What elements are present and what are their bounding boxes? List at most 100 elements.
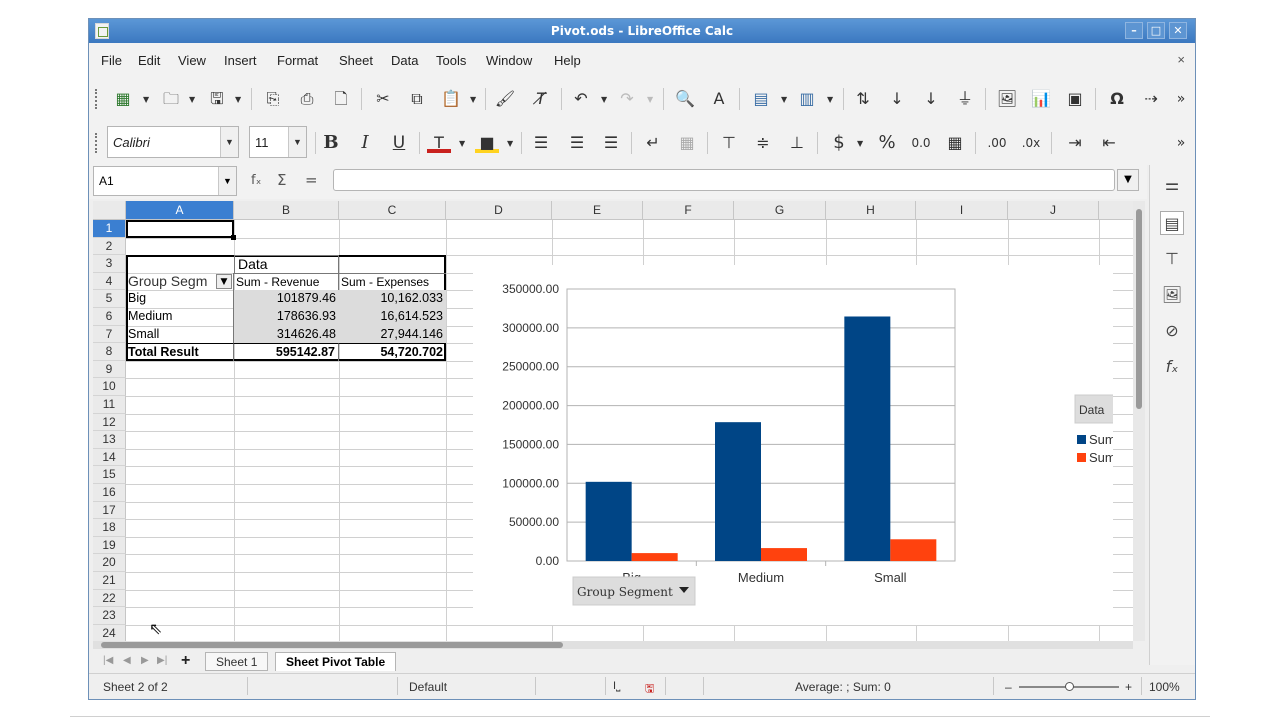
fill-handle[interactable] bbox=[231, 235, 236, 240]
export-pdf-icon[interactable]: ⎘ bbox=[261, 87, 285, 111]
row-icon[interactable]: ▤ bbox=[749, 87, 773, 111]
align-right-icon[interactable]: ☰ bbox=[599, 131, 623, 155]
horizontal-scrollbar[interactable] bbox=[93, 641, 1133, 649]
menu-sheet[interactable]: Sheet bbox=[339, 53, 373, 68]
new-dropdown-icon[interactable]: ▼ bbox=[143, 95, 149, 104]
undo-dropdown-icon[interactable]: ▼ bbox=[601, 95, 607, 104]
row-header[interactable]: 15 bbox=[93, 466, 126, 484]
column-header-b[interactable]: B bbox=[234, 201, 339, 220]
sheet-tab-pivot-table[interactable]: Sheet Pivot Table bbox=[275, 652, 397, 671]
insert-pivot-table-icon[interactable]: ▣ bbox=[1063, 87, 1087, 111]
name-box[interactable]: A1 ▼ bbox=[93, 166, 237, 196]
chevron-down-icon[interactable]: ▼ bbox=[220, 127, 238, 157]
row-header[interactable]: 10 bbox=[93, 378, 126, 396]
new-spreadsheet-icon[interactable]: ▦ bbox=[111, 87, 135, 111]
row-header[interactable]: 2 bbox=[93, 237, 126, 256]
currency-format-icon[interactable]: $ bbox=[827, 131, 851, 155]
row-header[interactable]: 8 bbox=[93, 343, 126, 361]
row-header[interactable]: 13 bbox=[93, 431, 126, 449]
align-left-icon[interactable]: ☰ bbox=[529, 131, 553, 155]
close-window-button[interactable]: ✕ bbox=[1169, 22, 1187, 39]
menu-window[interactable]: Window bbox=[486, 53, 532, 68]
row-header[interactable]: 22 bbox=[93, 589, 126, 608]
first-sheet-icon[interactable]: |◀ bbox=[103, 655, 113, 666]
zoom-level[interactable]: 100% bbox=[1149, 680, 1180, 694]
decrease-indent-icon[interactable]: ⇤ bbox=[1097, 131, 1121, 155]
column-header-k[interactable] bbox=[1099, 201, 1133, 220]
row-header[interactable]: 4 bbox=[93, 272, 126, 291]
redo-dropdown-icon[interactable]: ▼ bbox=[647, 95, 653, 104]
row-field-filter-button[interactable]: ▼ bbox=[216, 274, 232, 289]
more-tools-icon[interactable]: » bbox=[1171, 131, 1191, 155]
highlight-dropdown-icon[interactable]: ▼ bbox=[507, 139, 513, 148]
save-icon[interactable]: 🖫 bbox=[205, 87, 229, 111]
center-vertically-icon[interactable]: ≑ bbox=[751, 131, 775, 155]
row-header[interactable]: 18 bbox=[93, 519, 126, 537]
insert-chart-icon[interactable]: 📊 bbox=[1029, 87, 1053, 111]
underline-icon[interactable]: U bbox=[387, 131, 411, 155]
previous-sheet-icon[interactable]: ◀ bbox=[123, 655, 131, 666]
highlight-color-icon[interactable]: ■ bbox=[475, 131, 499, 153]
clone-formatting-icon[interactable]: 🖌 bbox=[493, 87, 517, 111]
zoom-slider-handle[interactable] bbox=[1065, 682, 1074, 691]
more-tools-icon[interactable]: » bbox=[1171, 87, 1191, 111]
formula-input[interactable] bbox=[333, 169, 1115, 191]
gallery-icon[interactable]: ⊤ bbox=[1160, 247, 1184, 271]
spreadsheet-grid[interactable]: A B C D E F G H I J 1 2 3 4 5 6 7 8 9 10… bbox=[93, 201, 1133, 641]
column-header-i[interactable]: I bbox=[916, 201, 1008, 220]
row-header[interactable]: 21 bbox=[93, 572, 126, 590]
row-header[interactable]: 24 bbox=[93, 624, 126, 641]
column-dropdown-icon[interactable]: ▼ bbox=[827, 95, 833, 104]
align-bottom-icon[interactable]: ⊥ bbox=[785, 131, 809, 155]
row-header[interactable]: 6 bbox=[93, 308, 126, 326]
font-color-dropdown-icon[interactable]: ▼ bbox=[459, 139, 465, 148]
insert-image-icon[interactable]: 🖼 bbox=[995, 87, 1019, 111]
properties-icon[interactable]: ⚌ bbox=[1160, 173, 1184, 197]
spelling-icon[interactable]: A bbox=[707, 87, 731, 111]
bold-icon[interactable]: B bbox=[319, 131, 343, 155]
merge-cells-icon[interactable]: ▦ bbox=[675, 131, 699, 155]
redo-icon[interactable]: ↷ bbox=[615, 87, 639, 111]
paste-icon[interactable]: 📋 bbox=[439, 87, 463, 111]
menu-data[interactable]: Data bbox=[391, 53, 418, 68]
currency-dropdown-icon[interactable]: ▼ bbox=[857, 139, 863, 148]
row-header[interactable]: 3 bbox=[93, 255, 126, 273]
row-header[interactable]: 1 bbox=[93, 220, 126, 238]
close-document-icon[interactable]: × bbox=[1177, 52, 1185, 67]
next-sheet-icon[interactable]: ▶ bbox=[141, 655, 149, 666]
menu-tools[interactable]: Tools bbox=[436, 53, 466, 68]
font-size-combo[interactable]: 11 ▼ bbox=[249, 126, 307, 158]
vertical-scrollbar-thumb[interactable] bbox=[1136, 209, 1142, 409]
row-header[interactable]: 9 bbox=[93, 360, 126, 379]
font-color-icon[interactable]: T bbox=[427, 131, 451, 153]
delete-decimal-icon[interactable]: .0x bbox=[1019, 131, 1043, 155]
menu-file[interactable]: File bbox=[101, 53, 122, 68]
row-header[interactable]: 16 bbox=[93, 484, 126, 502]
save-dropdown-icon[interactable]: ▼ bbox=[235, 95, 241, 104]
row-header[interactable]: 17 bbox=[93, 501, 126, 520]
maximize-button[interactable]: □ bbox=[1147, 22, 1165, 39]
selection-mode-icon[interactable]: I⎵ bbox=[613, 680, 620, 693]
minimize-button[interactable]: – bbox=[1125, 22, 1143, 39]
column-header-a[interactable]: A bbox=[126, 201, 234, 220]
align-top-icon[interactable]: ⊤ bbox=[717, 131, 741, 155]
cut-icon[interactable]: ✂ bbox=[371, 87, 395, 111]
select-all-corner[interactable] bbox=[93, 201, 126, 220]
font-name-combo[interactable]: Calibri ▼ bbox=[107, 126, 239, 158]
function-wizard-icon[interactable]: fₓ bbox=[251, 173, 261, 188]
wrap-text-icon[interactable]: ↵ bbox=[641, 131, 665, 155]
styles-icon[interactable]: ▤ bbox=[1160, 211, 1184, 235]
sort-icon[interactable]: ⇅ bbox=[851, 87, 875, 111]
row-header[interactable]: 19 bbox=[93, 536, 126, 555]
page-style[interactable]: Default bbox=[409, 680, 447, 694]
sort-descending-icon[interactable]: ↓ bbox=[919, 87, 943, 111]
column-header-d[interactable]: D bbox=[446, 201, 552, 220]
formula-icon[interactable]: = bbox=[305, 171, 318, 189]
add-sheet-button[interactable]: + bbox=[181, 652, 190, 670]
row-header[interactable]: 14 bbox=[93, 448, 126, 467]
column-header-f[interactable]: F bbox=[643, 201, 734, 220]
add-decimal-icon[interactable]: .00 bbox=[985, 131, 1009, 155]
column-header-h[interactable]: H bbox=[826, 201, 916, 220]
print-icon[interactable]: ⎙ bbox=[295, 87, 319, 111]
row-header[interactable]: 12 bbox=[93, 413, 126, 432]
